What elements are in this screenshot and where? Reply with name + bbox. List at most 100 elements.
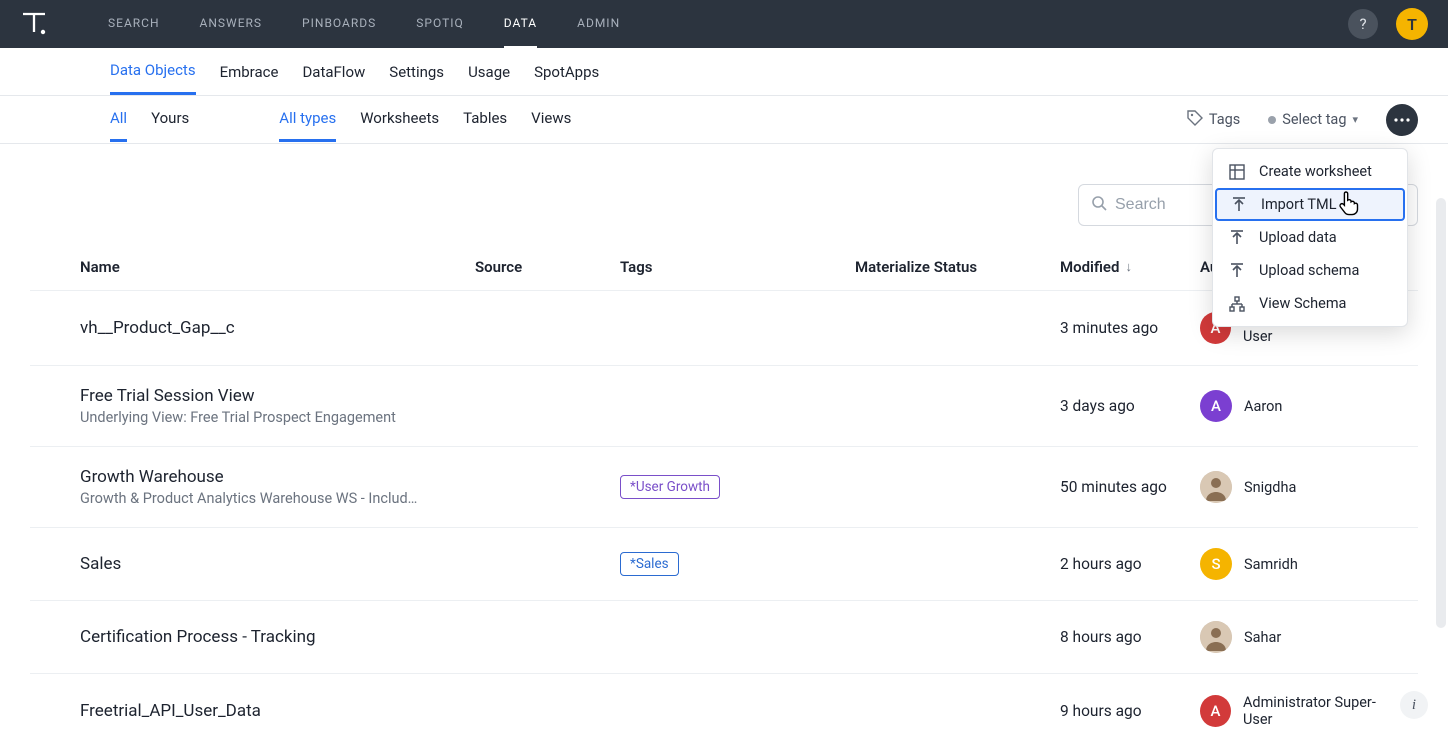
- tags-label: Tags: [1209, 111, 1240, 128]
- app-logo[interactable]: [20, 10, 48, 38]
- nav-pinboards[interactable]: PINBOARDS: [302, 0, 376, 48]
- row-subtitle: Growth & Product Analytics Warehouse WS …: [80, 490, 460, 507]
- more-actions-button[interactable]: [1386, 104, 1418, 136]
- subtab-embrace[interactable]: Embrace: [220, 50, 279, 94]
- scope-all[interactable]: All: [110, 97, 127, 142]
- chevron-down-icon: ▾: [1352, 113, 1358, 126]
- table-row[interactable]: Freetrial_API_User_Data 9 hours ago A Admin…: [30, 673, 1418, 748]
- col-materialize[interactable]: Materialize Status: [855, 258, 1060, 276]
- subtab-spotapps[interactable]: SpotApps: [534, 50, 599, 94]
- row-subtitle: Underlying View: Free Trial Prospect Eng…: [80, 409, 460, 426]
- scope-filter: All Yours: [110, 97, 189, 142]
- help-button[interactable]: ?: [1348, 9, 1378, 39]
- table-row[interactable]: Free Trial Session View Underlying View: …: [30, 365, 1418, 446]
- search-icon: [1091, 195, 1107, 215]
- actions-dropdown: Create worksheet Import TML Upload data Upl…: [1212, 148, 1408, 327]
- row-name: Sales: [80, 554, 475, 574]
- avatar: S: [1200, 548, 1232, 580]
- author-name: Snigdha: [1244, 479, 1296, 496]
- row-name: vh__Product_Gap__c: [80, 318, 475, 338]
- row-author: Snigdha: [1200, 471, 1400, 503]
- row-tags: *User Growth: [620, 475, 855, 499]
- table-row[interactable]: Growth Warehouse Growth & Product Analyti…: [30, 446, 1418, 527]
- type-tables[interactable]: Tables: [463, 97, 507, 142]
- nav-spotiq[interactable]: SPOTIQ: [416, 0, 463, 48]
- dropdown-item-create-worksheet[interactable]: Create worksheet: [1213, 155, 1407, 188]
- row-author: A Administrator Super-User: [1200, 694, 1400, 728]
- sub-tabs: Data Objects Embrace DataFlow Settings U…: [0, 48, 1448, 96]
- subtab-data-objects[interactable]: Data Objects: [110, 48, 196, 95]
- table-row[interactable]: Sales *Sales 2 hours ago S Samridh: [30, 527, 1418, 600]
- row-modified: 3 days ago: [1060, 397, 1135, 415]
- row-modified: 9 hours ago: [1060, 702, 1142, 720]
- row-name: Free Trial Session View: [80, 386, 475, 406]
- select-tag-label: Select tag: [1282, 111, 1346, 128]
- type-worksheets[interactable]: Worksheets: [360, 97, 439, 142]
- col-tags[interactable]: Tags: [620, 258, 855, 276]
- avatar: [1200, 471, 1232, 503]
- subtab-settings[interactable]: Settings: [389, 50, 444, 94]
- dropdown-item-upload-schema[interactable]: Upload schema: [1213, 254, 1407, 287]
- type-filter: All types Worksheets Tables Views: [279, 97, 571, 142]
- dropdown-label: Upload schema: [1259, 262, 1359, 279]
- author-name: Samridh: [1244, 556, 1298, 573]
- author-name: Aaron: [1244, 398, 1282, 415]
- upload-icon: [1229, 263, 1245, 279]
- nav-answers[interactable]: ANSWERS: [200, 0, 263, 48]
- dropdown-item-view-schema[interactable]: View Schema: [1213, 287, 1407, 320]
- search-row: [30, 144, 1418, 236]
- dropdown-label: Create worksheet: [1259, 163, 1372, 180]
- author-name: Administrator Super-User: [1243, 694, 1400, 728]
- top-nav-items: SEARCH ANSWERS PINBOARDS SPOTIQ DATA ADM…: [108, 0, 620, 48]
- row-author: A Aaron: [1200, 390, 1400, 422]
- type-all[interactable]: All types: [279, 97, 336, 142]
- row-modified: 8 hours ago: [1060, 628, 1142, 646]
- dot-icon: [1268, 116, 1276, 124]
- nav-search[interactable]: SEARCH: [108, 0, 160, 48]
- table-row[interactable]: Certification Process - Tracking 8 hours …: [30, 600, 1418, 673]
- subtab-dataflow[interactable]: DataFlow: [302, 50, 365, 94]
- type-views[interactable]: Views: [531, 97, 571, 142]
- table-header: Name Source Tags Materialize Status Modi…: [30, 236, 1418, 290]
- import-icon: [1231, 197, 1247, 213]
- dropdown-label: Upload data: [1259, 229, 1337, 246]
- row-modified: 2 hours ago: [1060, 555, 1142, 573]
- row-author: Sahar: [1200, 621, 1400, 653]
- nav-data[interactable]: DATA: [504, 0, 537, 48]
- select-tag-dropdown[interactable]: Select tag ▾: [1268, 111, 1358, 128]
- row-modified: 3 minutes ago: [1060, 319, 1158, 337]
- info-button[interactable]: i: [1400, 691, 1428, 719]
- sort-desc-icon: ↓: [1125, 259, 1132, 275]
- upload-icon: [1229, 230, 1245, 246]
- row-name: Freetrial_API_User_Data: [80, 701, 475, 721]
- filter-right: Tags Select tag ▾: [1187, 104, 1418, 136]
- author-name: Sahar: [1244, 629, 1281, 646]
- tags-button[interactable]: Tags: [1187, 110, 1240, 130]
- top-nav-right: ? T: [1348, 8, 1428, 40]
- row-author: S Samridh: [1200, 548, 1400, 580]
- col-modified[interactable]: Modified ↓: [1060, 258, 1200, 276]
- nav-admin[interactable]: ADMIN: [577, 0, 620, 48]
- subtab-usage[interactable]: Usage: [468, 50, 510, 94]
- col-source[interactable]: Source: [475, 258, 620, 276]
- top-nav: SEARCH ANSWERS PINBOARDS SPOTIQ DATA ADM…: [0, 0, 1448, 48]
- col-name[interactable]: Name: [80, 258, 475, 276]
- avatar: A: [1200, 390, 1232, 422]
- row-name: Growth Warehouse: [80, 467, 475, 487]
- table-body: vh__Product_Gap__c 3 minutes ago A Administ…: [30, 290, 1418, 748]
- filter-bar: All Yours All types Worksheets Tables Vi…: [0, 96, 1448, 144]
- user-avatar[interactable]: T: [1396, 8, 1428, 40]
- dropdown-label: View Schema: [1259, 295, 1346, 312]
- dropdown-item-upload-data[interactable]: Upload data: [1213, 221, 1407, 254]
- dropdown-label: Import TML: [1261, 196, 1337, 213]
- row-name: Certification Process - Tracking: [80, 627, 475, 647]
- avatar: A: [1200, 695, 1231, 727]
- dropdown-item-import-tml[interactable]: Import TML: [1215, 188, 1405, 221]
- tag-icon: [1187, 110, 1203, 130]
- avatar: [1200, 621, 1232, 653]
- table-row[interactable]: vh__Product_Gap__c3 minutes agoAAdminist…: [30, 290, 1418, 365]
- tag-pill[interactable]: *User Growth: [620, 475, 720, 499]
- tag-pill[interactable]: *Sales: [620, 552, 679, 576]
- scrollbar[interactable]: [1436, 198, 1446, 628]
- scope-yours[interactable]: Yours: [151, 97, 189, 142]
